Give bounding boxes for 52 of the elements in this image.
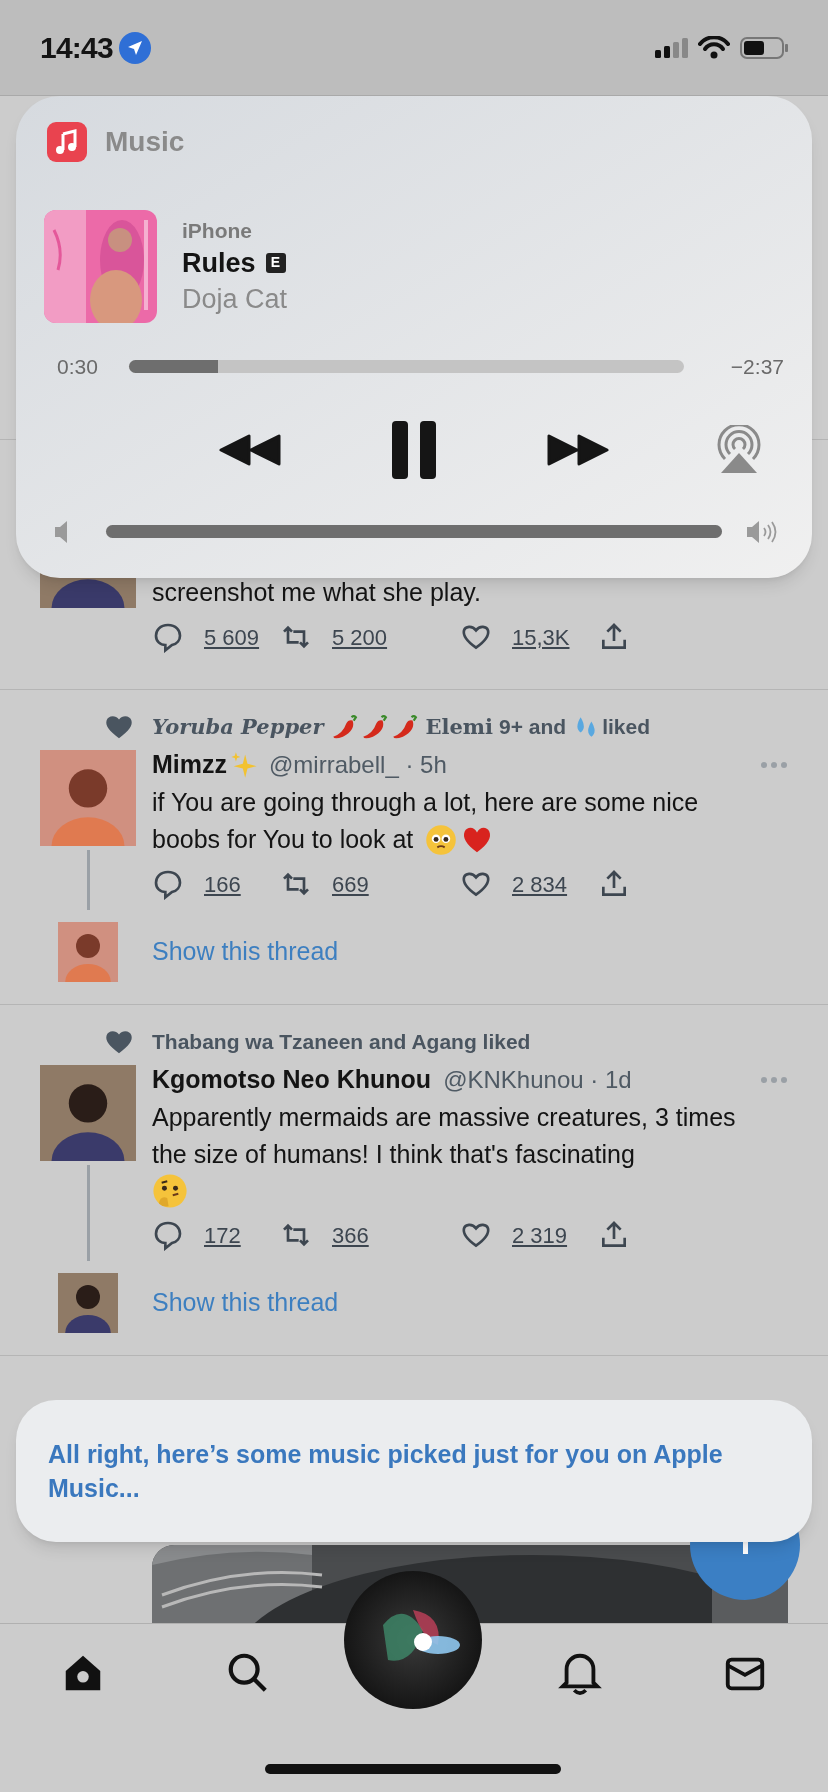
reply-icon[interactable] [152,868,184,900]
siri-response: All right, here’s some music picked just for you on Apple Music... [48,1439,724,1504]
signal-icon [655,37,688,58]
liker-name: Yoruba Pepper [152,713,324,742]
pleading-face-icon [425,823,458,856]
music-app-icon [47,122,87,162]
volume-slider[interactable] [106,525,722,538]
tweet-text: Apparently mermaids are massive creatures, 3 times the size of humans! I think that's fascinating [152,1102,737,1170]
wifi-icon [698,36,730,59]
show-thread-link[interactable]: Show this thread [136,1284,339,1322]
liker-name: Elemi [425,713,494,742]
count-text: 5 200 [332,623,388,652]
battery-icon [740,36,788,59]
count-text: 2 319 [512,1221,568,1250]
handle-time: @mirrabell_ · 5h [269,750,447,780]
device-name: iPhone [182,217,253,244]
artist-name: Doja Cat [182,282,288,316]
progress-track[interactable] [129,360,684,374]
author-name: Kgomotso Neo Khunou [152,1064,432,1096]
liked-text: Thabang wa Tzaneen and Agang liked [152,1029,531,1056]
remaining-time: −2:37 [729,354,784,380]
count-text: 669 [332,870,369,899]
siri-orb-icon [343,1570,483,1710]
thinking-face-icon [152,1173,188,1209]
explicit-badge: E [265,252,286,273]
count-text: 166 [204,870,241,899]
count-text: 366 [332,1221,369,1250]
handle-time: @KNKhunou · 1d [443,1065,632,1095]
count-text: 172 [204,1221,241,1250]
reply-icon[interactable] [152,1219,184,1251]
tweet-text: if You are going through a lot, here are some nice [152,787,699,818]
pause-icon[interactable] [390,418,438,481]
reply-icon[interactable] [152,621,184,653]
tweet-text: screenshot me what she play. [152,577,481,608]
avatar [58,1273,118,1333]
app-name: Music [105,125,185,159]
elapsed-time: 0:30 [56,354,99,380]
fast-forward-icon[interactable] [546,433,611,466]
liked-text: 9+ and [499,714,567,741]
clock-time: 14:43 [40,30,113,66]
avatar [58,922,118,982]
count-text: 2 834 [512,870,568,899]
count-text: 15,3K [512,623,570,652]
tweet-text: boobs for You to look at [152,824,414,855]
song-title: Rules [182,246,256,280]
location-icon [119,31,151,64]
liked-text: liked [602,714,651,741]
rewind-icon[interactable] [217,433,282,466]
author-name: Mimzz [152,749,227,781]
count-text: 5 609 [204,623,260,652]
speaker-low-icon [53,519,69,544]
show-thread-link[interactable]: Show this thread [136,933,339,971]
